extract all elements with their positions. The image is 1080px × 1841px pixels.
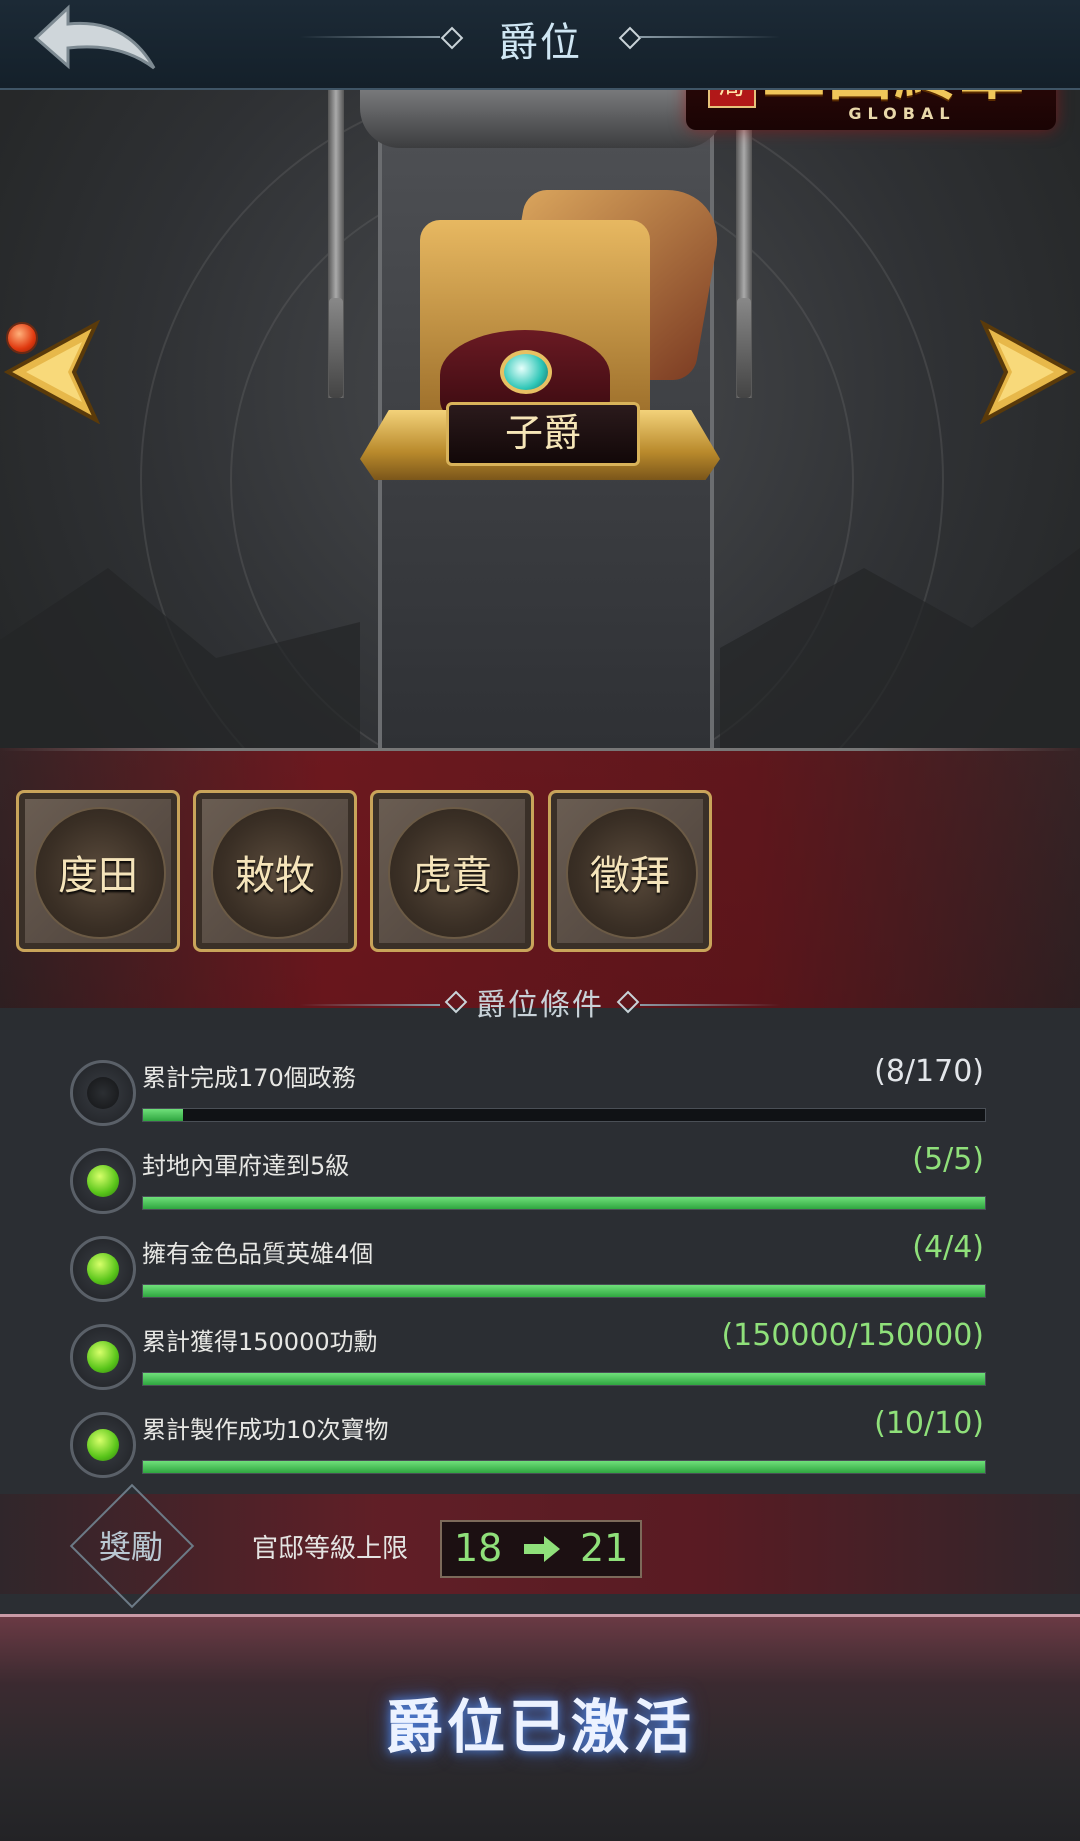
band-divider (0, 748, 1080, 751)
condition-row: 擁有金色品質英雄4個 (4/4) (0, 1220, 1080, 1308)
next-rank-arrow-icon[interactable] (979, 319, 1077, 425)
rank-activated-status: 爵位已激活 (384, 1693, 695, 1761)
page-title: 爵位 (498, 20, 582, 66)
skill-label: 度田 (58, 853, 138, 899)
condition-status-icon (70, 1324, 136, 1390)
condition-progress: (8/170) (874, 1054, 984, 1089)
condition-text: 累計製作成功10次寶物 (142, 1416, 389, 1444)
condition-text: 累計完成170個政務 (142, 1064, 356, 1092)
skill-label: 虎賁 (412, 853, 492, 899)
progress-fill (143, 1197, 985, 1209)
condition-text: 累計獲得150000功勳 (142, 1328, 378, 1356)
progress-fill (143, 1461, 985, 1473)
tassel-left (329, 298, 343, 398)
condition-progress: (4/4) (912, 1230, 984, 1265)
rank-name-plate: 子爵 (446, 402, 640, 466)
condition-progress-bar (142, 1284, 986, 1298)
progress-fill (143, 1109, 183, 1121)
skill-label: 徵拜 (590, 853, 670, 899)
reward-value-box: 18 21 (440, 1520, 642, 1578)
condition-text: 擁有金色品質英雄4個 (142, 1240, 374, 1268)
progress-fill (143, 1373, 985, 1385)
skill-slot[interactable]: 虎賁 (370, 790, 534, 952)
skill-slot[interactable]: 敕牧 (193, 790, 357, 952)
condition-progress: (5/5) (912, 1142, 984, 1177)
title-ornament-right (640, 36, 780, 38)
condition-status-icon (70, 1236, 136, 1302)
condition-progress: (10/10) (874, 1406, 984, 1441)
hat-gem (500, 350, 552, 394)
condition-status-icon (70, 1412, 136, 1478)
skill-label: 敕牧 (235, 853, 315, 899)
condition-progress-bar (142, 1460, 986, 1474)
condition-row: 累計完成170個政務 (8/170) (0, 1044, 1080, 1132)
reward-label: 獎勵 (98, 1528, 163, 1566)
condition-row: 累計製作成功10次寶物 (10/10) (0, 1396, 1080, 1484)
condition-row: 封地內軍府達到5級 (5/5) (0, 1132, 1080, 1220)
condition-progress-bar (142, 1372, 986, 1386)
condition-progress-bar (142, 1108, 986, 1122)
section-ornament-right (640, 1004, 780, 1006)
logo-subtitle: GLOBAL (848, 104, 956, 123)
tassel-right (737, 298, 751, 398)
conditions-title: 爵位條件 (476, 988, 604, 1023)
reward-to-value: 21 (580, 1526, 629, 1570)
reward-from-value: 18 (454, 1526, 503, 1570)
condition-text: 封地內軍府達到5級 (142, 1152, 350, 1180)
progress-fill (143, 1285, 985, 1297)
condition-progress-bar (142, 1196, 986, 1210)
condition-status-icon (70, 1060, 136, 1126)
arrow-right-icon (524, 1536, 560, 1562)
prev-rank-arrow-icon[interactable] (3, 319, 101, 425)
condition-row: 累計獲得150000功勳 (150000/150000) (0, 1308, 1080, 1396)
reward-description: 官邸等級上限 (252, 1534, 409, 1564)
top-bar: 爵位 (0, 0, 1080, 90)
skill-slot[interactable]: 度田 (16, 790, 180, 952)
condition-status-icon (70, 1148, 136, 1214)
condition-progress: (150000/150000) (721, 1318, 984, 1353)
skill-slot[interactable]: 徵拜 (548, 790, 712, 952)
pedestal-crest (360, 88, 724, 148)
